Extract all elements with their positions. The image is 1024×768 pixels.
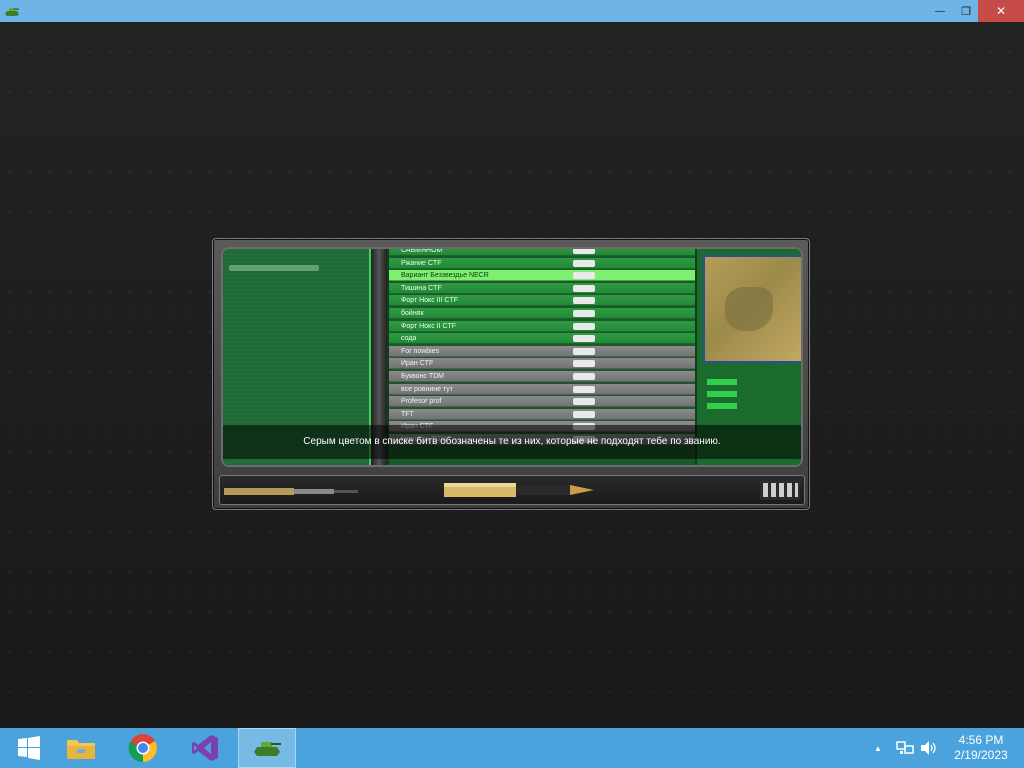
battle-row: For nowbies	[389, 345, 695, 357]
battle-row-name: Ржание CTF	[401, 259, 442, 267]
battle-player-count-badge	[573, 272, 595, 280]
battle-player-count-badge	[573, 259, 595, 267]
battle-row-name: Форт Нокс II CTF	[401, 322, 457, 330]
battle-row-name: For nowbies	[401, 347, 440, 355]
battle-player-count-badge	[573, 398, 595, 406]
battle-row-name: Тишина CTF	[401, 284, 442, 292]
battle-row: Иран CTF	[389, 358, 695, 370]
battle-row: САБМЯНОМ	[389, 247, 695, 256]
battle-player-count-badge	[573, 284, 595, 292]
battle-row-name: САБМЯНОМ	[401, 247, 443, 254]
battle-row: Profesor prof	[389, 396, 695, 408]
battle-player-count-badge	[573, 249, 595, 254]
battle-row-name: все ровнине тут	[401, 385, 453, 393]
network-tray-button[interactable]	[896, 728, 914, 768]
minimize-button[interactable]: —	[926, 0, 954, 22]
clock-time: 4:56 PM	[958, 733, 1004, 747]
battle-row: Вариант Беззвездье NECR	[389, 270, 695, 282]
volume-tray-button[interactable]	[920, 728, 938, 768]
grille-icon	[760, 480, 800, 500]
tank-icon	[254, 742, 281, 756]
bullet-icon	[444, 483, 594, 497]
battle-row: Форт Нокс III CTF	[389, 295, 695, 307]
battle-row-name: Буквонс TDM	[401, 373, 445, 380]
battle-row-name: Profesor prof	[401, 398, 442, 406]
battle-player-count-badge	[573, 297, 595, 305]
battle-player-count-badge	[573, 385, 595, 393]
clock-date: 2/19/2023	[954, 748, 1008, 762]
network-icon	[896, 741, 914, 754]
battle-row: TFT	[389, 408, 695, 420]
tutorial-caption: Серым цветом в списке битв обозначены те…	[223, 425, 801, 459]
battle-player-count-badge	[573, 373, 595, 380]
show-hidden-icons-button[interactable]: ▲	[874, 728, 882, 768]
chrome-icon	[128, 734, 157, 763]
battle-player-count-badge	[573, 322, 595, 330]
battle-player-count-badge	[573, 310, 595, 317]
taskbar-clock[interactable]: 4:56 PM 2/19/2023	[944, 733, 1018, 763]
battle-row: сода	[389, 333, 695, 345]
visual-studio-icon	[192, 735, 218, 761]
map-preview	[703, 255, 801, 363]
close-icon: ✕	[995, 4, 1007, 18]
battle-row-name: Вариант Беззвездье NECR	[401, 272, 489, 280]
battle-row-name: сода	[401, 335, 417, 343]
tutorial-screenshot: САБМЯНОМ Ржание CTF Вариант Беззвездье NEC…	[221, 247, 803, 467]
battle-row-name: Иран CTF	[401, 360, 434, 368]
battle-row-name: бойняк	[401, 310, 424, 317]
battle-row: все ровнине тут	[389, 383, 695, 395]
cartridge-icon	[224, 488, 358, 495]
battle-row: Ржание CTF	[389, 257, 695, 269]
battle-row-name: Форт Нокс III CTF	[401, 297, 459, 305]
restore-button[interactable]: ❐	[952, 0, 980, 22]
taskbar-file-explorer[interactable]	[52, 728, 110, 768]
battle-player-count-badge	[573, 347, 595, 355]
battle-row-name: TFT	[401, 410, 414, 418]
restore-icon: ❐	[961, 5, 971, 18]
battle-row: бойняк	[389, 308, 695, 319]
tank-app-icon	[5, 8, 19, 16]
battle-row: Форт Нокс II CTF	[389, 320, 695, 332]
windows-logo-icon	[18, 736, 40, 760]
taskbar-tanki-game[interactable]	[238, 728, 296, 768]
taskbar-visual-studio[interactable]	[176, 728, 234, 768]
progress-ammo-bar	[219, 475, 805, 505]
speaker-icon	[921, 741, 936, 755]
start-button[interactable]	[0, 728, 58, 768]
window-titlebar: — ❐ ✕	[0, 0, 1024, 22]
minimize-icon: —	[935, 5, 945, 17]
battle-player-count-badge	[573, 360, 595, 368]
folder-icon	[67, 740, 95, 759]
tutorial-panel: САБМЯНОМ Ржание CTF Вариант Беззвездье NEC…	[212, 238, 810, 510]
taskbar: ▲ 4:56 PM 2/19/2023	[0, 728, 1024, 768]
chevron-up-icon: ▲	[874, 743, 882, 753]
close-button[interactable]: ✕	[978, 0, 1024, 22]
taskbar-chrome[interactable]	[114, 728, 172, 768]
battle-player-count-badge	[573, 410, 595, 418]
battle-player-count-badge	[573, 335, 595, 343]
battle-row: Буквонс TDM	[389, 371, 695, 382]
battle-row: Тишина CTF	[389, 282, 695, 294]
